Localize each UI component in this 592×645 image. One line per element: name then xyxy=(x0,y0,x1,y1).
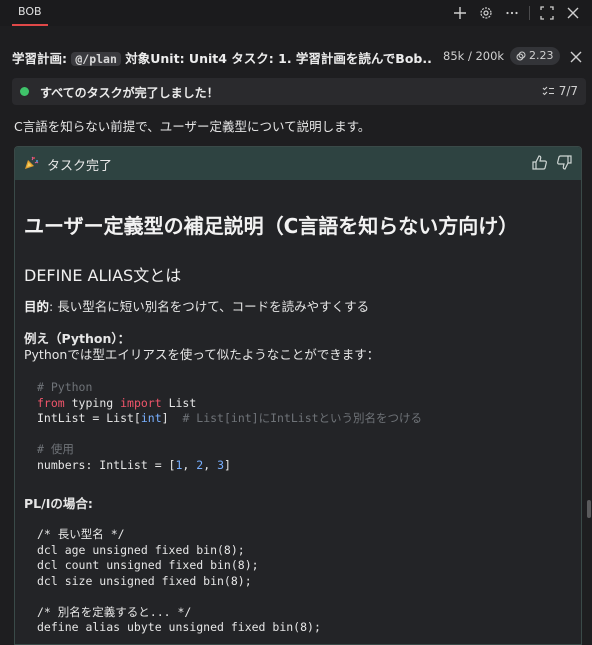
code-line: /* 別名を定義すると... */ xyxy=(37,604,192,619)
maximize-icon[interactable] xyxy=(534,3,560,23)
thumbs-down-icon[interactable] xyxy=(556,154,573,171)
code-line: dcl size unsigned fixed bin(8); xyxy=(37,573,252,588)
purpose-label: 目的 xyxy=(24,299,50,314)
task-count: 7/7 xyxy=(542,84,578,98)
close-icon[interactable] xyxy=(560,3,586,23)
party-popper-icon xyxy=(25,156,39,169)
task-title[interactable]: 学習計画: @/plan 対象Unit: Unit4 タスク: 1. 学習計画を… xyxy=(12,48,432,67)
task-header: 学習計画: @/plan 対象Unit: Unit4 タスク: 1. 学習計画を… xyxy=(0,42,592,72)
toolbar-divider xyxy=(529,6,530,20)
python-code-block: # Python from typing import List IntList… xyxy=(37,380,423,472)
completion-card: タスク完了 ユーザー定義型の補足説明（C言語を知らない方向け） DEFINE A… xyxy=(14,146,582,645)
top-toolbar xyxy=(447,3,586,23)
main-heading: ユーザー定義型の補足説明（C言語を知らない方向け） xyxy=(24,214,519,238)
more-icon[interactable] xyxy=(499,3,525,23)
status-banner[interactable]: すべてのタスクが完了しました！ 7/7 xyxy=(12,78,586,105)
purpose-line: 目的: 長い型名に短い別名をつけて、コードを読みやすくする xyxy=(24,299,370,314)
scrollbar[interactable] xyxy=(587,500,591,518)
plus-icon[interactable] xyxy=(447,3,473,23)
pli-code-block: /* 長い型名 */ dcl age unsigned fixed bin(8)… xyxy=(37,527,321,636)
coin-icon xyxy=(516,51,526,61)
card-header: タスク完了 xyxy=(15,147,581,180)
mention-pill: @/plan xyxy=(71,52,121,66)
code-line: dcl count unsigned fixed bin(8); xyxy=(37,558,259,572)
intro-text: C言語を知らない前提で、ユーザー定義型について説明します。 xyxy=(14,119,371,134)
pli-label: PL/Iの場合: xyxy=(24,496,93,511)
code-line: define alias ubyte unsigned fixed bin(8)… xyxy=(37,620,321,634)
checklist-icon xyxy=(542,86,554,95)
card-title: タスク完了 xyxy=(47,159,113,174)
feedback-buttons xyxy=(531,154,573,171)
code-line: dcl age unsigned fixed bin(8); xyxy=(37,542,245,557)
tab-bob[interactable]: BOB xyxy=(12,0,48,26)
close-task-icon[interactable] xyxy=(569,50,583,64)
section-heading: DEFINE ALIAS文とは xyxy=(24,266,182,285)
gear-icon[interactable] xyxy=(473,3,499,23)
example-text: Pythonでは型エイリアスを使って似たようなことができます： xyxy=(24,347,380,362)
token-usage: 85k / 200k xyxy=(443,49,505,63)
top-bar: BOB xyxy=(0,0,592,26)
code-line: /* 長い型名 */ xyxy=(37,527,125,541)
status-text: すべてのタスクが完了しました！ xyxy=(40,86,219,100)
status-dot xyxy=(20,87,29,96)
thumbs-up-icon[interactable] xyxy=(531,154,548,171)
cost-badge: 2.23 xyxy=(510,47,560,65)
